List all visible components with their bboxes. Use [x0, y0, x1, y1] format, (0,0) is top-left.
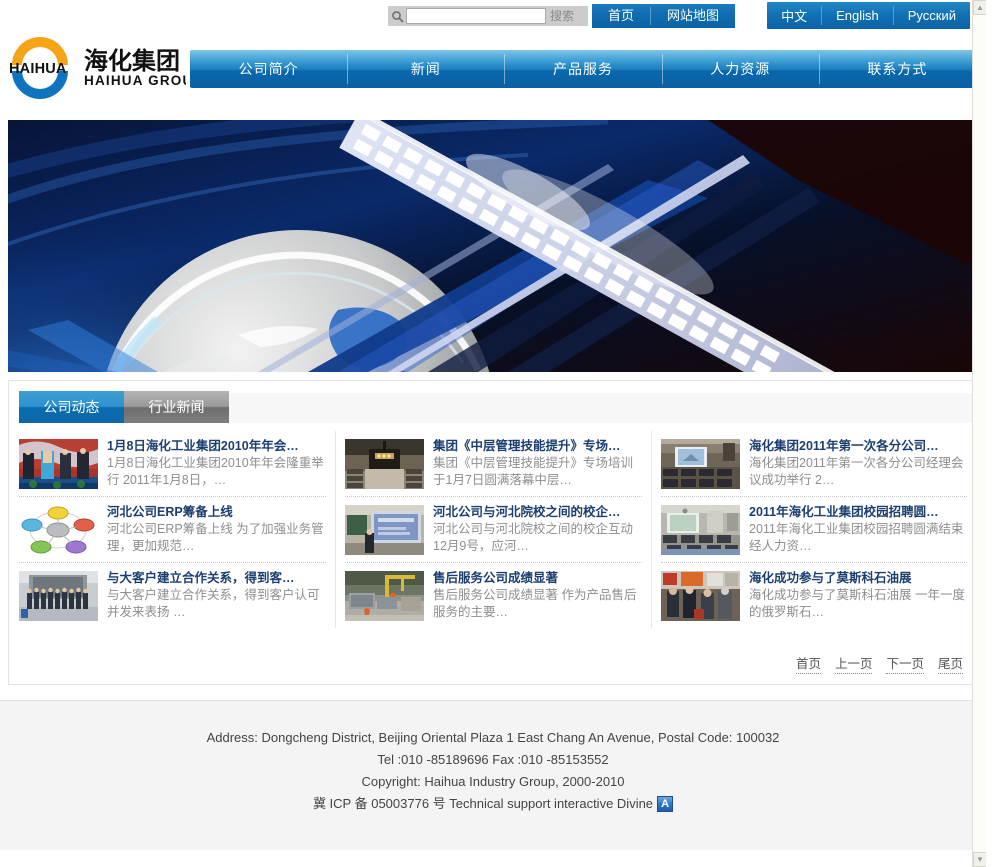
- news-thumbnail: [19, 439, 98, 489]
- lang-russian[interactable]: Русский: [894, 2, 970, 29]
- pager-first[interactable]: 首页: [796, 653, 821, 674]
- top-nav-links: 首页 网站地图: [592, 4, 735, 28]
- tabs-filler: [229, 393, 977, 423]
- nav-item-human-resources[interactable]: 人力资源: [662, 50, 819, 88]
- news-grid: 1月8日海化工业集团2010年年会… 1月8日海化工业集团2010年年会隆重举行…: [19, 431, 967, 628]
- news-item[interactable]: 河北公司ERP筹备上线 河北公司ERP筹备上线 为了加强业务管理，更加规范…: [19, 497, 326, 563]
- news-title[interactable]: 2011年海化工业集团校园招聘圆…: [749, 505, 967, 520]
- news-item[interactable]: 海化集团2011年第一次各分公司… 海化集团2011年第一次各分公司经理会议成功…: [661, 431, 967, 497]
- top-utility-bar: 搜索 首页 网站地图 中文 English Русский: [0, 0, 986, 33]
- news-item[interactable]: 河北公司与河北院校之间的校企… 河北公司与河北院校之间的校企互动 12月9号，应…: [345, 497, 642, 563]
- news-item[interactable]: 1月8日海化工业集团2010年年会… 1月8日海化工业集团2010年年会隆重举行…: [19, 431, 326, 497]
- footer-address: Address: Dongcheng District, Beijing Ori…: [0, 727, 986, 749]
- page-root: 搜索 首页 网站地图 中文 English Русский HAIHUA: [0, 0, 986, 867]
- news-thumbnail: [19, 571, 98, 621]
- news-text: 2011年海化工业集团校园招聘圆… 2011年海化工业集团校园招聘圆满结束 经人…: [749, 505, 967, 555]
- news-title[interactable]: 海化成功参与了莫斯科石油展: [749, 571, 967, 586]
- news-description: 与大客户建立合作关系，得到客户认可并发来表扬 …: [107, 587, 326, 621]
- top-link-home[interactable]: 首页: [592, 4, 650, 28]
- news-thumbnail: [345, 571, 424, 621]
- news-item[interactable]: 集团《中层管理技能提升》专场… 集团《中层管理技能提升》专场培训于1月7日圆满落…: [345, 431, 642, 497]
- lang-divider: [893, 6, 894, 25]
- nav-item-company-profile[interactable]: 公司简介: [190, 50, 347, 88]
- site-logo[interactable]: HAIHUA 海化集团 HAIHUA GROUP: [6, 37, 186, 99]
- nav-item-contact[interactable]: 联系方式: [819, 50, 976, 88]
- news-thumbnail: [345, 505, 424, 555]
- news-thumbnail: [19, 505, 98, 555]
- news-description: 售后服务公司成绩显著 作为产品售后服务的主要…: [433, 587, 642, 621]
- search-box[interactable]: 搜索: [388, 6, 588, 26]
- news-description: 集团《中层管理技能提升》专场培训于1月7日圆满落幕中层…: [433, 455, 642, 489]
- news-thumbnail: [661, 571, 740, 621]
- news-text: 河北公司与河北院校之间的校企… 河北公司与河北院校之间的校企互动 12月9号，应…: [433, 505, 642, 555]
- logo-cn-name: 海化集团: [84, 47, 180, 75]
- news-description: 1月8日海化工业集团2010年年会隆重举行 2011年1月8日，…: [107, 455, 326, 489]
- news-text: 海化成功参与了莫斯科石油展 海化成功参与了莫斯科石油展 一年一度的俄罗斯石…: [749, 571, 967, 621]
- news-column: 集团《中层管理技能提升》专场… 集团《中层管理技能提升》专场培训于1月7日圆满落…: [335, 431, 651, 628]
- pager-prev[interactable]: 上一页: [835, 653, 873, 674]
- language-switcher: 中文 English Русский: [767, 2, 970, 29]
- footer-copyright: Copyright: Haihua Industry Group, 2000-2…: [0, 771, 986, 793]
- news-text: 河北公司ERP筹备上线 河北公司ERP筹备上线 为了加强业务管理，更加规范…: [107, 505, 326, 555]
- svg-text:HAIHUA: HAIHUA: [9, 61, 67, 77]
- footer-icp-line: 冀 ICP 备 05003776 号 Technical support int…: [0, 793, 986, 815]
- news-title[interactable]: 河北公司与河北院校之间的校企…: [433, 505, 642, 520]
- news-column: 1月8日海化工业集团2010年年会… 1月8日海化工业集团2010年年会隆重举行…: [19, 431, 335, 628]
- news-title[interactable]: 河北公司ERP筹备上线: [107, 505, 326, 520]
- news-description: 河北公司与河北院校之间的校企互动 12月9号，应河…: [433, 521, 642, 555]
- search-input[interactable]: [406, 8, 546, 24]
- lang-divider: [821, 6, 822, 25]
- nav-item-news[interactable]: 新闻: [347, 50, 504, 88]
- news-text: 集团《中层管理技能提升》专场… 集团《中层管理技能提升》专场培训于1月7日圆满落…: [433, 439, 642, 489]
- news-description: 2011年海化工业集团校园招聘圆满结束 经人力资…: [749, 521, 967, 555]
- search-icon: [388, 6, 406, 26]
- news-title[interactable]: 集团《中层管理技能提升》专场…: [433, 439, 642, 454]
- news-text: 1月8日海化工业集团2010年年会… 1月8日海化工业集团2010年年会隆重举行…: [107, 439, 326, 489]
- footer-phone: Tel :010 -85189696 Fax :010 -85153552: [0, 749, 986, 771]
- news-text: 售后服务公司成绩显著 售后服务公司成绩显著 作为产品售后服务的主要…: [433, 571, 642, 621]
- news-column: 海化集团2011年第一次各分公司… 海化集团2011年第一次各分公司经理会议成功…: [651, 431, 967, 628]
- news-text: 与大客户建立合作关系，得到客… 与大客户建立合作关系，得到客户认可并发来表扬 …: [107, 571, 326, 621]
- news-thumbnail: [661, 505, 740, 555]
- news-description: 河北公司ERP筹备上线 为了加强业务管理，更加规范…: [107, 521, 326, 555]
- news-title[interactable]: 与大客户建立合作关系，得到客…: [107, 571, 326, 586]
- news-title[interactable]: 售后服务公司成绩显著: [433, 571, 642, 586]
- accessibility-badge-icon[interactable]: A: [657, 796, 673, 812]
- lang-english[interactable]: English: [822, 2, 893, 29]
- news-tabs: 公司动态 行业新闻: [19, 391, 977, 423]
- pager-next[interactable]: 下一页: [886, 653, 924, 674]
- tab-industry-news[interactable]: 行业新闻: [124, 391, 229, 423]
- scroll-up-arrow[interactable]: ▲: [973, 0, 986, 15]
- footer-icp-text: 冀 ICP 备 05003776 号 Technical support int…: [313, 793, 653, 815]
- tab-company-news[interactable]: 公司动态: [19, 391, 124, 423]
- news-item[interactable]: 海化成功参与了莫斯科石油展 海化成功参与了莫斯科石油展 一年一度的俄罗斯石…: [661, 563, 967, 628]
- news-description: 海化集团2011年第一次各分公司经理会议成功举行 2…: [749, 455, 967, 489]
- nav-item-products-services[interactable]: 产品服务: [504, 50, 661, 88]
- news-description: 海化成功参与了莫斯科石油展 一年一度的俄罗斯石…: [749, 587, 967, 621]
- news-thumbnail: [345, 439, 424, 489]
- news-text: 海化集团2011年第一次各分公司… 海化集团2011年第一次各分公司经理会议成功…: [749, 439, 967, 489]
- news-title[interactable]: 1月8日海化工业集团2010年年会…: [107, 439, 326, 454]
- search-submit-button[interactable]: 搜索: [546, 6, 578, 26]
- news-item[interactable]: 与大客户建立合作关系，得到客… 与大客户建立合作关系，得到客户认可并发来表扬 …: [19, 563, 326, 628]
- site-footer: Address: Dongcheng District, Beijing Ori…: [0, 700, 986, 850]
- nav-divider: [650, 7, 651, 25]
- lang-chinese[interactable]: 中文: [767, 2, 821, 29]
- top-link-sitemap[interactable]: 网站地图: [651, 4, 735, 28]
- news-item[interactable]: 售后服务公司成绩显著 售后服务公司成绩显著 作为产品售后服务的主要…: [345, 563, 642, 628]
- scroll-down-arrow[interactable]: ▼: [973, 852, 986, 867]
- main-navigation: 公司简介 新闻 产品服务 人力资源 联系方式: [190, 50, 976, 88]
- banner-artwork: NEWS: [8, 120, 978, 372]
- page-scrollbar[interactable]: ▲ ▼: [972, 0, 986, 867]
- site-header: HAIHUA 海化集团 HAIHUA GROUP 公司简介 新闻 产品服务 人力…: [0, 33, 986, 105]
- pager-last[interactable]: 尾页: [938, 653, 963, 674]
- news-title[interactable]: 海化集团2011年第一次各分公司…: [749, 439, 967, 454]
- pagination: 首页 上一页 下一页 尾页: [796, 653, 963, 674]
- hero-banner[interactable]: NEWS: [8, 120, 978, 372]
- svg-text:HAIHUA GROUP: HAIHUA GROUP: [84, 73, 186, 88]
- news-item[interactable]: 2011年海化工业集团校园招聘圆… 2011年海化工业集团校园招聘圆满结束 经人…: [661, 497, 967, 563]
- news-panel: 公司动态 行业新闻: [8, 380, 978, 685]
- news-thumbnail: [661, 439, 740, 489]
